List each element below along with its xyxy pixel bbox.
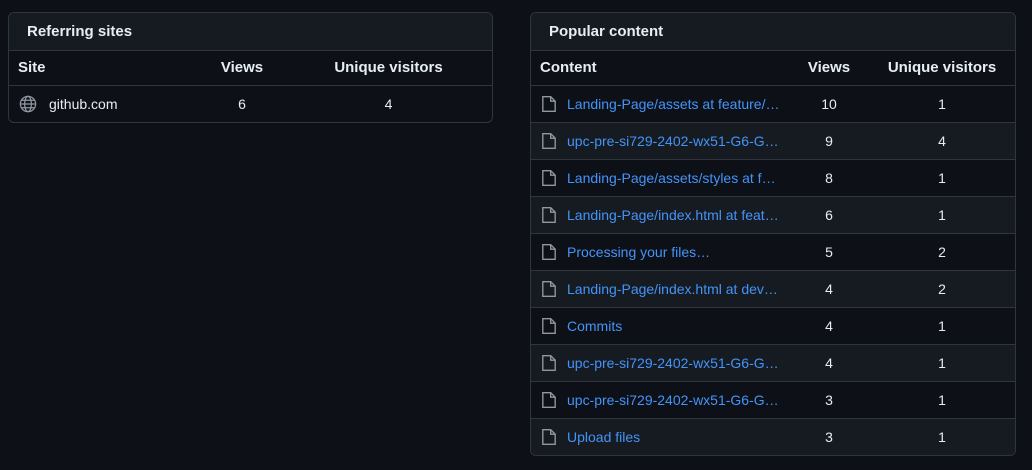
views-cell: 10 (789, 85, 869, 123)
views-cell: 3 (789, 381, 869, 419)
content-link[interactable]: upc-pre-si729-2402-wx51-G6-GPT… (567, 392, 783, 408)
file-icon (542, 428, 556, 445)
site-cell: github.com (9, 85, 199, 122)
table-row: upc-pre-si729-2402-wx51-G6-GPT… 4 1 (531, 344, 1015, 382)
file-icon (542, 280, 556, 297)
content-cell: Landing-Page/index.html at featur… (531, 196, 789, 234)
file-icon (542, 354, 556, 371)
views-cell: 6 (238, 95, 246, 112)
content-cell: Landing-Page/assets at feature/co… (531, 85, 789, 123)
content-link[interactable]: upc-pre-si729-2402-wx51-G6-GPT… (567, 355, 783, 371)
content-link[interactable]: Landing-Page/assets/styles at feat… (567, 170, 783, 186)
unique-visitors-cell: 1 (869, 159, 1015, 197)
popular-content-rows: Landing-Page/assets at feature/co… 10 1 upc… (531, 85, 1015, 455)
views-cell: 5 (789, 233, 869, 271)
column-header-unique-visitors: Unique visitors (285, 51, 492, 86)
file-icon (542, 95, 556, 112)
table-header-row: Content Views Unique visitors (531, 51, 1015, 86)
content-cell: Processing your files… (531, 233, 789, 271)
views-cell: 4 (789, 344, 869, 382)
content-cell: Commits (531, 307, 789, 345)
content-cell: Landing-Page/index.html at devel… (531, 270, 789, 308)
column-header-content: Content (531, 51, 789, 86)
content-link[interactable]: Processing your files… (567, 244, 710, 260)
content-link[interactable]: Upload files (567, 429, 640, 445)
content-cell: Upload files (531, 418, 789, 455)
table-row: github.com 6 4 (9, 85, 492, 122)
site-name: github.com (49, 95, 118, 112)
popular-content-table: Content Views Unique visitors Landing-Pa… (531, 51, 1015, 455)
table-row: Landing-Page/assets/styles at feat… 8 1 (531, 159, 1015, 197)
table-header-row: Site Views Unique visitors (9, 51, 492, 86)
file-icon (542, 317, 556, 334)
globe-icon (19, 95, 37, 113)
content-link[interactable]: Landing-Page/index.html at devel… (567, 281, 783, 297)
file-icon (542, 169, 556, 186)
referring-sites-table: Site Views Unique visitors github.com 6 … (9, 51, 492, 122)
views-cell: 4 (789, 270, 869, 308)
content-cell: upc-pre-si729-2402-wx51-G6-GPT… (531, 344, 789, 382)
views-cell: 4 (789, 307, 869, 345)
content-link[interactable]: upc-pre-si729-2402-wx51-G6-GPT… (567, 133, 783, 149)
file-icon (542, 206, 556, 223)
column-header-site: Site (9, 51, 199, 86)
table-row: Upload files 3 1 (531, 418, 1015, 455)
table-row: upc-pre-si729-2402-wx51-G6-GPT… 3 1 (531, 381, 1015, 419)
content-cell: upc-pre-si729-2402-wx51-G6-GPT… (531, 381, 789, 419)
unique-visitors-cell: 1 (869, 85, 1015, 123)
unique-visitors-cell: 1 (869, 307, 1015, 345)
file-icon (542, 391, 556, 408)
unique-visitors-cell: 4 (869, 122, 1015, 160)
content-cell: upc-pre-si729-2402-wx51-G6-GPT… (531, 122, 789, 160)
content-link[interactable]: Commits (567, 318, 622, 334)
column-header-unique-visitors: Unique visitors (869, 51, 1015, 86)
table-row: Commits 4 1 (531, 307, 1015, 345)
unique-visitors-cell: 1 (869, 381, 1015, 419)
table-row: Landing-Page/index.html at devel… 4 2 (531, 270, 1015, 308)
table-row: Landing-Page/index.html at featur… 6 1 (531, 196, 1015, 234)
table-row: upc-pre-si729-2402-wx51-G6-GPT… 9 4 (531, 122, 1015, 160)
unique-visitors-cell: 1 (938, 428, 946, 445)
table-row: Landing-Page/assets at feature/co… 10 1 (531, 85, 1015, 123)
file-icon (542, 132, 556, 149)
unique-visitors-cell: 2 (869, 270, 1015, 308)
popular-content-title: Popular content (531, 13, 1015, 51)
content-link[interactable]: Landing-Page/index.html at featur… (567, 207, 783, 223)
unique-visitors-cell: 1 (869, 196, 1015, 234)
referring-sites-panel: Referring sites Site Views Unique visito… (8, 12, 493, 123)
content-cell: Landing-Page/assets/styles at feat… (531, 159, 789, 197)
unique-visitors-cell: 4 (384, 95, 393, 112)
views-cell: 6 (789, 196, 869, 234)
column-header-views: Views (199, 51, 285, 86)
column-header-views: Views (789, 51, 869, 86)
file-icon (542, 243, 556, 260)
table-row: Processing your files… 5 2 (531, 233, 1015, 271)
views-cell: 3 (825, 428, 833, 445)
views-cell: 9 (789, 122, 869, 160)
views-cell: 8 (789, 159, 869, 197)
unique-visitors-cell: 2 (869, 233, 1015, 271)
unique-visitors-cell: 1 (869, 344, 1015, 382)
referring-sites-title: Referring sites (9, 13, 492, 51)
popular-content-panel: Popular content Content Views Unique vis… (530, 12, 1016, 456)
content-link[interactable]: Landing-Page/assets at feature/co… (567, 96, 783, 112)
